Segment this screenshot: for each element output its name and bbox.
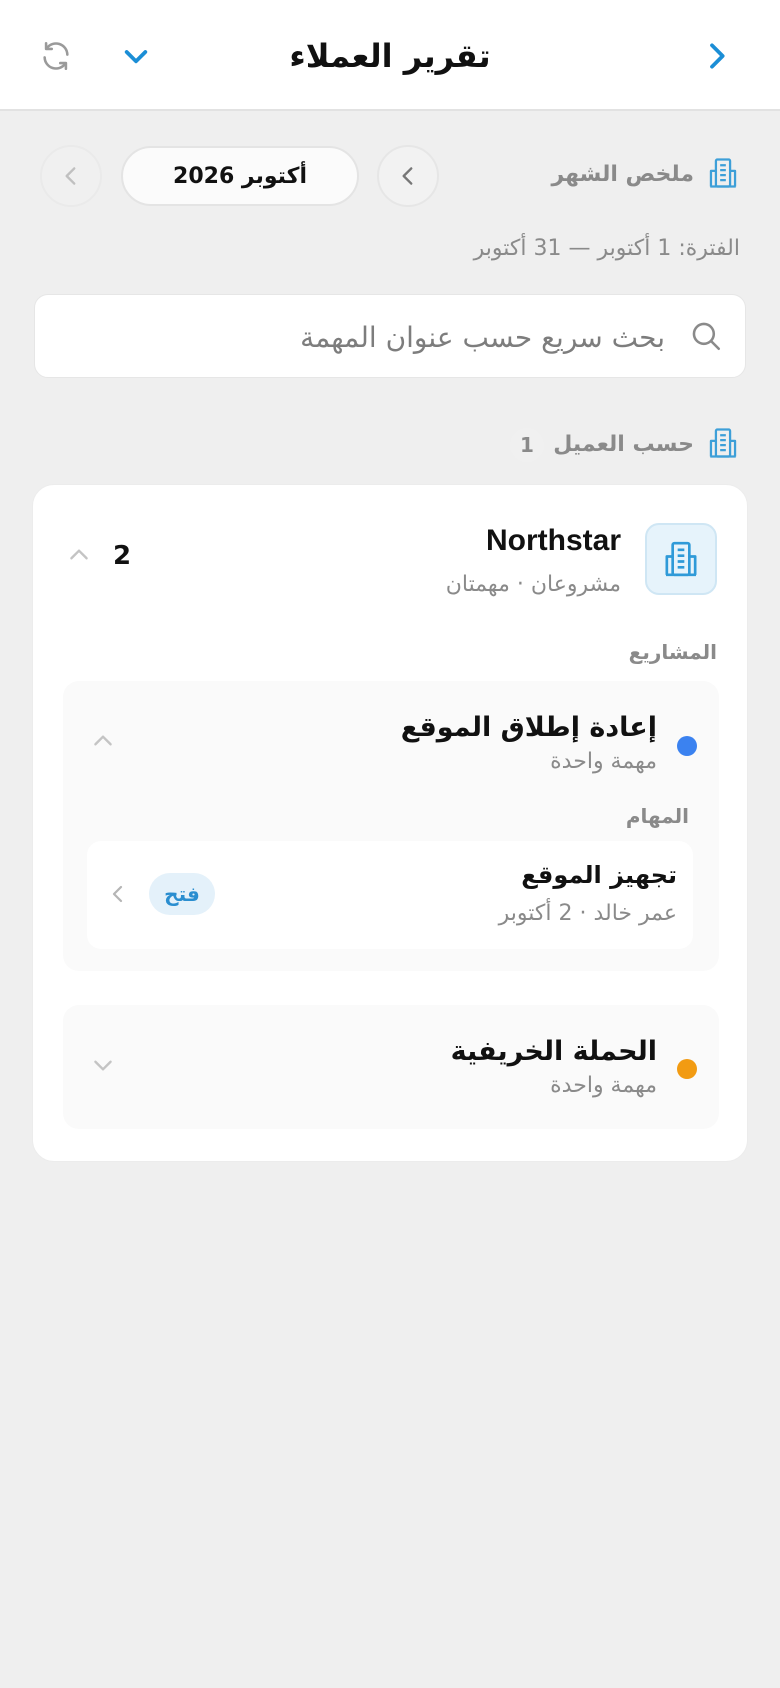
project-meta: مهمة واحدة — [550, 749, 657, 774]
search-input[interactable] — [85, 295, 665, 379]
search-icon — [689, 319, 723, 353]
chevron-left-icon — [65, 167, 76, 185]
month-summary-label: ملخص الشهر — [551, 162, 694, 187]
next-month-button[interactable] — [40, 145, 102, 207]
chevron-up-icon — [70, 549, 88, 560]
chevron-left-icon — [402, 167, 413, 185]
project-color-dot — [677, 736, 697, 756]
task-status-badge: فتح — [149, 873, 215, 915]
client-avatar — [645, 523, 717, 595]
task-row[interactable]: تجهيز الموقع عمر خالد · 2 أكتوبر فتح — [87, 841, 693, 949]
chevron-right-icon — [710, 43, 725, 69]
client-meta: مشروعان · مهمتان — [445, 572, 621, 597]
client-count-badge: 1 — [510, 428, 544, 462]
project-item[interactable]: الحملة الخريفية مهمة واحدة — [63, 1005, 719, 1129]
month-selector[interactable]: أكتوبر 2026 — [121, 146, 359, 206]
chevron-down-icon — [94, 1060, 112, 1071]
app-header: تقرير العملاء — [0, 0, 780, 111]
tasks-label: المهام — [625, 804, 689, 828]
client-task-total: 2 — [113, 541, 132, 571]
project-meta: مهمة واحدة — [550, 1073, 657, 1098]
building-icon — [665, 541, 697, 577]
project-expand-button[interactable] — [89, 1051, 117, 1079]
task-open-button[interactable] — [103, 879, 133, 909]
client-collapse-button[interactable] — [63, 539, 95, 571]
project-name: إعادة إطلاق الموقع — [400, 712, 657, 743]
chevron-left-icon — [112, 885, 123, 903]
building-icon — [706, 156, 740, 190]
by-client-label: حسب العميل — [553, 432, 694, 457]
project-color-dot — [677, 1059, 697, 1079]
previous-month-button[interactable] — [377, 145, 439, 207]
back-button[interactable] — [688, 28, 744, 84]
client-card: Northstar مشروعان · مهمتان 2 المشاريع إع… — [32, 484, 748, 1162]
project-collapse-button[interactable] — [89, 727, 117, 755]
project-name: الحملة الخريفية — [450, 1036, 657, 1067]
projects-label: المشاريع — [628, 640, 717, 664]
task-name: تجهيز الموقع — [521, 861, 677, 889]
chevron-up-icon — [94, 735, 112, 746]
client-name: Northstar — [485, 524, 621, 557]
building-icon — [706, 426, 740, 460]
period-range: الفترة: 1 أكتوبر — 31 أكتوبر — [473, 236, 740, 261]
search-box — [34, 294, 746, 379]
page-title: تقرير العملاء — [289, 37, 491, 75]
project-item[interactable]: إعادة إطلاق الموقع مهمة واحدة المهام تجه… — [63, 681, 719, 971]
task-meta: عمر خالد · 2 أكتوبر — [498, 901, 677, 926]
